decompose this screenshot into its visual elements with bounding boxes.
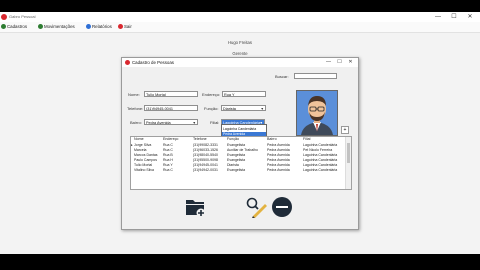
filial-option[interactable]: Lagoinha Candenlária bbox=[222, 127, 266, 131]
dialog-minimize-button[interactable]: — bbox=[323, 58, 334, 67]
dialog-close-button[interactable]: ✕ bbox=[345, 58, 356, 67]
sair-icon bbox=[118, 24, 123, 29]
dialog-app-icon bbox=[125, 60, 130, 65]
dialog-titlebar: Cadastro de Pessoas — ☐ ✕ bbox=[122, 58, 358, 67]
bairro-value: Pedra Avenida bbox=[146, 121, 171, 125]
minimize-button[interactable]: — bbox=[430, 12, 446, 22]
filial-label: Filial: bbox=[210, 120, 220, 125]
cell-nome: Vitalino Silva bbox=[134, 168, 154, 172]
close-button[interactable]: ✕ bbox=[462, 12, 478, 22]
endereco-input[interactable]: Rua Y bbox=[222, 91, 266, 97]
col-header-bairro[interactable]: Bairro bbox=[267, 137, 277, 142]
cell-bairro: Pedra Avenida bbox=[267, 168, 290, 172]
avatar-illustration bbox=[297, 91, 337, 135]
add-photo-button[interactable]: + bbox=[341, 126, 349, 134]
cell-telefone: (31)94942-0031 bbox=[193, 168, 218, 172]
pessoas-table: Nome Endereço Telefone Função Bairro Fil… bbox=[130, 136, 352, 190]
movimentacoes-icon bbox=[38, 24, 43, 29]
cadastros-icon bbox=[1, 24, 6, 29]
scrollbar-thumb[interactable] bbox=[347, 143, 350, 163]
maximize-button[interactable]: ☐ bbox=[446, 12, 462, 22]
user-role: Gerente bbox=[232, 51, 248, 56]
table-row[interactable]: Vitalino Silva Rua C (31)94942-0031 Evan… bbox=[131, 168, 345, 173]
col-header-nome[interactable]: Nome bbox=[134, 137, 144, 142]
remove-circle-icon bbox=[272, 197, 292, 217]
col-header-endereco[interactable]: Endereço bbox=[163, 137, 178, 142]
relatorios-icon bbox=[86, 24, 91, 29]
menu-cadastros[interactable]: Cadastros bbox=[7, 23, 27, 31]
nome-label: Nome: bbox=[128, 92, 140, 97]
cell-funcao: Evangelista bbox=[227, 168, 246, 172]
search-edit-button[interactable] bbox=[245, 196, 267, 218]
search-pencil-icon bbox=[246, 197, 267, 218]
cell-endereco: Rua C bbox=[163, 168, 173, 172]
menu-movimentacoes[interactable]: Movimentações bbox=[44, 23, 75, 31]
col-header-telefone[interactable]: Telefone bbox=[193, 137, 207, 142]
col-header-filial[interactable]: Filial bbox=[303, 137, 310, 142]
table-scrollbar[interactable] bbox=[345, 137, 351, 189]
cell-filial: Lagoinha Candenlária bbox=[303, 168, 338, 172]
col-header-funcao[interactable]: Função bbox=[227, 137, 239, 142]
telefone-input[interactable]: (31)94945-0041 bbox=[144, 105, 198, 111]
app-logo-icon bbox=[1, 14, 7, 20]
funcao-label: Função: bbox=[204, 106, 219, 111]
endereco-label: Endereço: bbox=[202, 92, 221, 97]
funcao-select[interactable]: Diarista ▼ bbox=[221, 105, 266, 111]
person-photo bbox=[296, 90, 338, 136]
buscar-label: Buscar: bbox=[275, 74, 289, 79]
bairro-label: Bairro: bbox=[130, 120, 142, 125]
menu-bar: Cadastros Movimentações Relatórios Sair bbox=[0, 22, 480, 33]
app-titlebar: Gabro Pessoal — ☐ ✕ bbox=[0, 12, 480, 22]
dialog-maximize-button[interactable]: ☐ bbox=[334, 58, 345, 67]
dialog-title: Cadastro de Pessoas bbox=[132, 60, 174, 65]
user-name: Hugo Freitas bbox=[228, 40, 252, 45]
menu-sair[interactable]: Sair bbox=[124, 23, 132, 31]
telefone-label: Telefone: bbox=[127, 106, 144, 111]
buscar-input[interactable] bbox=[294, 73, 337, 79]
add-record-button[interactable] bbox=[184, 196, 206, 218]
app-title: Gabro Pessoal bbox=[9, 14, 36, 19]
menu-relatorios[interactable]: Relatórios bbox=[92, 23, 112, 31]
chevron-down-icon: ▼ bbox=[192, 121, 196, 125]
cadastro-pessoas-dialog: Cadastro de Pessoas — ☐ ✕ Buscar: Nome: … bbox=[121, 57, 359, 230]
video-letterbox-bottom bbox=[0, 254, 480, 270]
delete-record-button[interactable] bbox=[271, 196, 293, 218]
funcao-value: Diarista bbox=[223, 107, 236, 111]
bairro-select[interactable]: Pedra Avenida ▼ bbox=[144, 119, 198, 125]
nome-input[interactable]: Tulio Mortal bbox=[144, 91, 198, 97]
chevron-down-icon: ▼ bbox=[260, 107, 264, 111]
new-folder-icon bbox=[186, 200, 206, 218]
